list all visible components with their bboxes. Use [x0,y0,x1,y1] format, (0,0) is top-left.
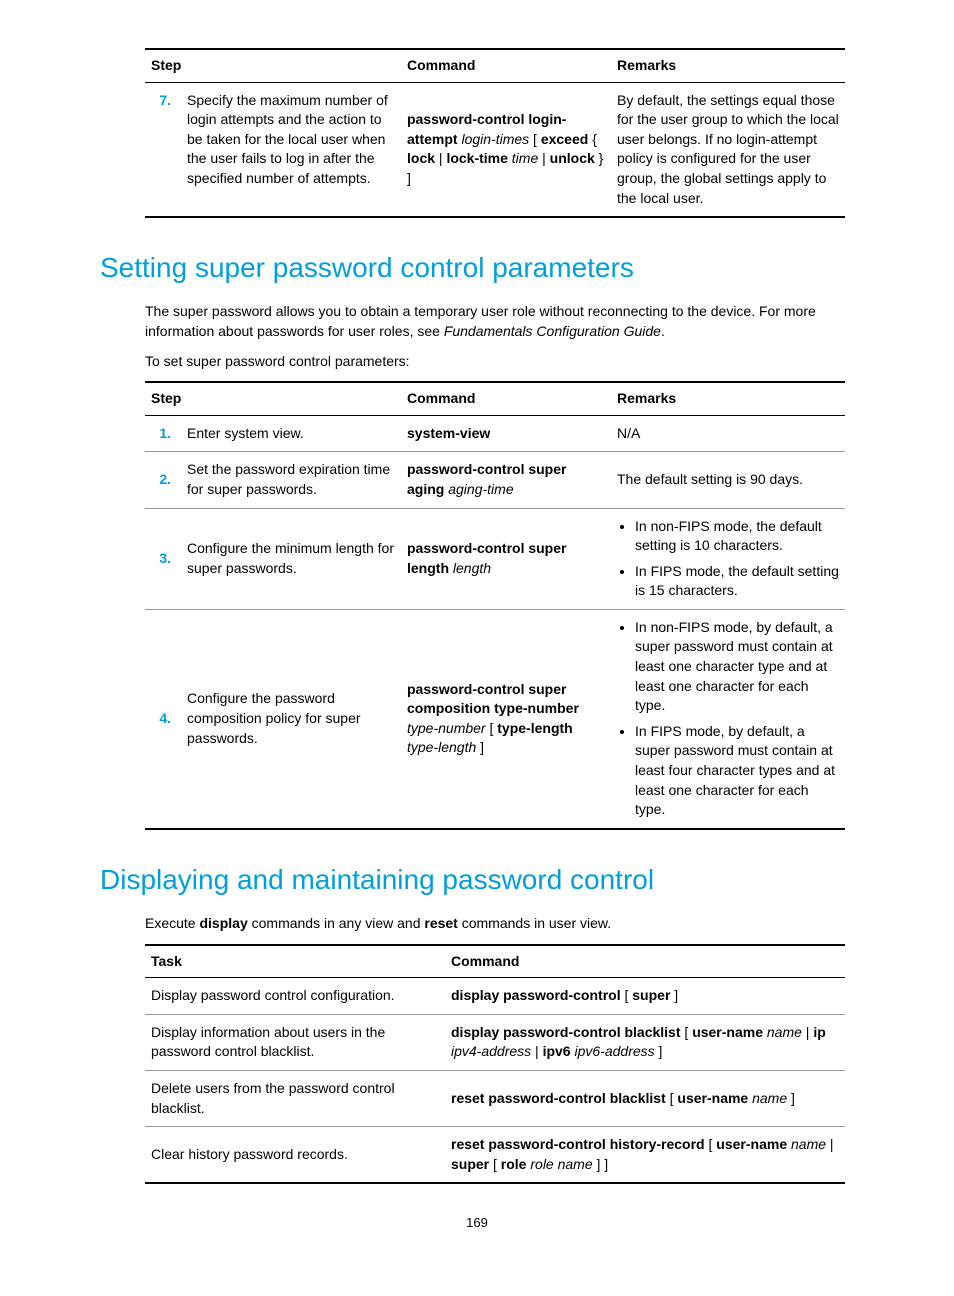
step-desc: Configure the minimum length for super p… [181,508,401,609]
task-desc: Clear history password records. [145,1127,445,1184]
step-number: 1. [145,415,181,452]
step-desc: Specify the maximum number of login atte… [181,82,401,217]
paragraph-super-desc: The super password allows you to obtain … [145,302,854,341]
heading-display-maintain: Displaying and maintaining password cont… [100,860,854,899]
table-display-maintain: Task Command Display password control co… [145,944,845,1185]
cmd-bold: system-view [407,425,490,441]
step-number: 2. [145,452,181,508]
page-content: Step Command Remarks 7. Specify the maxi… [100,48,854,1233]
table-row: Display information about users in the p… [145,1014,845,1070]
text: commands in user view. [458,915,611,931]
step-number: 7. [145,82,181,217]
step-desc: Enter system view. [181,415,401,452]
step-command: system-view [401,415,611,452]
list-item: In FIPS mode, the default setting is 15 … [635,562,839,601]
step-remarks: N/A [611,415,845,452]
list-item: In FIPS mode, by default, a super passwo… [635,722,839,820]
th-step: Step [145,49,401,82]
step-remarks: The default setting is 90 days. [611,452,845,508]
table-row: 1. Enter system view. system-view N/A [145,415,845,452]
table-row: Delete users from the password control b… [145,1070,845,1126]
page-number: 169 [100,1214,854,1232]
step-number: 4. [145,609,181,828]
paragraph-display-lead: Execute display commands in any view and… [145,914,854,934]
th-step: Step [145,382,401,415]
table-row: 4. Configure the password composition po… [145,609,845,828]
text-italic: Fundamentals Configuration Guide [444,323,661,339]
step-remarks: In non-FIPS mode, by default, a super pa… [611,609,845,828]
table-row: Display password control configuration. … [145,978,845,1015]
step-number: 3. [145,508,181,609]
task-command: reset password-control blacklist [ user-… [445,1070,845,1126]
table-row: 3. Configure the minimum length for supe… [145,508,845,609]
text: . [661,323,665,339]
table-row: 7. Specify the maximum number of login a… [145,82,845,217]
task-command: reset password-control history-record [ … [445,1127,845,1184]
step-remarks: By default, the settings equal those for… [611,82,845,217]
table-super-password: Step Command Remarks 1. Enter system vie… [145,381,845,830]
text-bold: reset [424,915,457,931]
task-desc: Delete users from the password control b… [145,1070,445,1126]
table-login-attempt: Step Command Remarks 7. Specify the maxi… [145,48,845,218]
th-remarks: Remarks [611,382,845,415]
th-command: Command [401,49,611,82]
task-command: display password-control blacklist [ use… [445,1014,845,1070]
table-row: 2. Set the password expiration time for … [145,452,845,508]
paragraph-super-lead: To set super password control parameters… [145,352,854,372]
step-desc: Set the password expiration time for sup… [181,452,401,508]
list-item: In non-FIPS mode, by default, a super pa… [635,618,839,716]
step-command: password-control login-attempt login-tim… [401,82,611,217]
table-row: Clear history password records. reset pa… [145,1127,845,1184]
text-bold: display [199,915,247,931]
text: Execute [145,915,199,931]
th-command: Command [445,945,845,978]
text: commands in any view and [248,915,425,931]
th-remarks: Remarks [611,49,845,82]
heading-super-password: Setting super password control parameter… [100,248,854,287]
list-item: In non-FIPS mode, the default setting is… [635,517,839,556]
step-remarks: In non-FIPS mode, the default setting is… [611,508,845,609]
th-task: Task [145,945,445,978]
task-command: display password-control [ super ] [445,978,845,1015]
step-command: password-control super composition type-… [401,609,611,828]
task-desc: Display password control configuration. [145,978,445,1015]
step-command: password-control super length length [401,508,611,609]
step-command: password-control super aging aging-time [401,452,611,508]
step-desc: Configure the password composition polic… [181,609,401,828]
th-command: Command [401,382,611,415]
task-desc: Display information about users in the p… [145,1014,445,1070]
